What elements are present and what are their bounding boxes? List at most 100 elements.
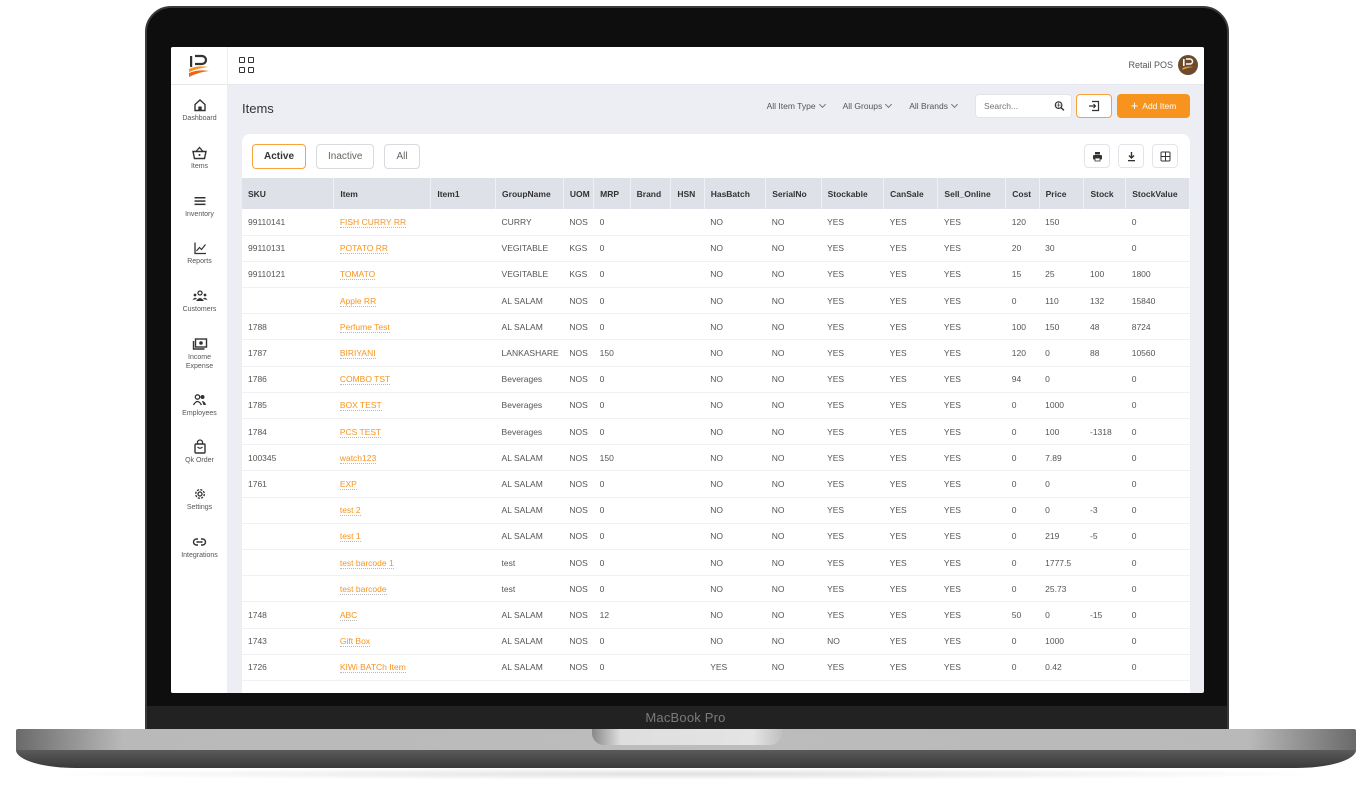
- column-header[interactable]: Price: [1039, 178, 1085, 209]
- item-link[interactable]: test 2: [339, 505, 361, 517]
- cell-stock: -15: [1083, 601, 1126, 629]
- app-logo[interactable]: [171, 47, 228, 85]
- item-link[interactable]: test barcode 1: [339, 557, 394, 569]
- laptop-mockup: MacBook Pro Retail POS Dashboard Items I…: [0, 0, 1371, 791]
- sidebar-item-employees[interactable]: Employees: [171, 392, 228, 418]
- table-row[interactable]: 1786 COMBO TST Beverages NOS 0 NO NO YES YES YES 9…: [242, 366, 1190, 393]
- item-link[interactable]: BOX TEST: [339, 400, 382, 412]
- column-header[interactable]: HasBatch: [704, 178, 767, 209]
- item-link[interactable]: COMBO TST: [339, 374, 391, 386]
- column-header[interactable]: GroupName: [495, 178, 564, 209]
- plus-icon: +: [1130, 98, 1139, 113]
- cell-sell-online: YES: [937, 313, 1006, 341]
- cell-stockvalue: 0: [1125, 497, 1190, 524]
- cell-brand: [630, 654, 671, 681]
- search-input[interactable]: [984, 101, 1054, 111]
- item-link[interactable]: test 1: [339, 531, 361, 543]
- import-button[interactable]: [1076, 94, 1112, 118]
- table-row[interactable]: 1784 PCS TEST Beverages NOS 0 NO NO YES YES YES 0 1…: [242, 418, 1190, 446]
- item-type-dropdown[interactable]: All Item Type: [767, 100, 826, 111]
- table-row[interactable]: 1726 KIWi BATCh Item AL SALAM NOS 0 YES NO YES Y…: [242, 654, 1190, 681]
- item-link[interactable]: Gift Box: [339, 636, 371, 648]
- table-row[interactable]: 1761 EXP AL SALAM NOS 0 NO NO YES YES YES 0 0 0: [242, 470, 1190, 498]
- column-header[interactable]: Item: [333, 178, 432, 209]
- cell-sku: 1788: [242, 313, 334, 341]
- column-header[interactable]: SerialNo: [765, 178, 822, 209]
- cell-stockable: YES: [821, 339, 884, 367]
- cell-stockvalue: 15840: [1125, 287, 1190, 315]
- brands-dropdown[interactable]: All Brands: [909, 100, 959, 111]
- add-item-button[interactable]: + Add Item: [1117, 94, 1190, 118]
- sidebar-item-qk-order[interactable]: Qk Order: [171, 439, 228, 465]
- sidebar-item-settings[interactable]: Settings: [171, 486, 228, 512]
- item-link[interactable]: EXP: [339, 478, 357, 490]
- search-icon[interactable]: [1054, 100, 1065, 112]
- table-row[interactable]: test barcode test NOS 0 NO NO YES YES YES 0 25.73 0: [242, 575, 1190, 603]
- item-link[interactable]: POTATO RR: [339, 243, 388, 255]
- cell-item: Perfume Test: [333, 313, 431, 341]
- table-row[interactable]: 100345 watch123 AL SALAM NOS 150 NO NO YES YES YE…: [242, 444, 1190, 472]
- item-link[interactable]: ABC: [339, 609, 358, 621]
- account-area[interactable]: Retail POS: [1128, 55, 1198, 75]
- cell-item1: [430, 628, 496, 655]
- table-row[interactable]: 1787 BIRIYANI LANKASHARE NOS 150 NO NO YES YES YE…: [242, 339, 1190, 367]
- column-header[interactable]: Cost: [1005, 178, 1040, 209]
- sidebar-item-integrations[interactable]: Integrations: [171, 534, 228, 560]
- column-header[interactable]: CanSale: [883, 178, 939, 209]
- table-row[interactable]: Apple RR AL SALAM NOS 0 NO NO YES YES YES 0 110 132…: [242, 287, 1190, 315]
- sidebar-item-reports[interactable]: Reports: [171, 240, 228, 266]
- table-row[interactable]: 99110121 TOMATO VEGITABLE KGS 0 NO NO YES YES YES…: [242, 261, 1190, 289]
- cell-hsn: [670, 654, 705, 681]
- cell-item: TOMATO: [333, 261, 431, 289]
- item-link[interactable]: FISH CURRY RR: [339, 216, 407, 228]
- groups-dropdown[interactable]: All Groups: [843, 100, 893, 111]
- column-header[interactable]: Sell_Online: [937, 178, 1007, 209]
- sidebar-item-income-expense[interactable]: Income Expense: [171, 336, 228, 371]
- cell-stockable: YES: [821, 575, 884, 603]
- table-row[interactable]: 1788 Perfume Test AL SALAM NOS 0 NO NO YES YES YE…: [242, 313, 1190, 341]
- avatar[interactable]: [1178, 55, 1198, 75]
- cell-stock: [1083, 470, 1126, 498]
- columns-button[interactable]: [1152, 144, 1178, 168]
- item-link[interactable]: watch123: [339, 452, 377, 464]
- table-row[interactable]: 99110141 FISH CURRY RR CURRY NOS 0 NO NO YES YES…: [242, 209, 1190, 236]
- column-header[interactable]: Brand: [630, 178, 672, 209]
- column-header[interactable]: Stock: [1083, 178, 1127, 209]
- sidebar-item-inventory[interactable]: Inventory: [171, 193, 228, 219]
- table-row[interactable]: 99110131 POTATO RR VEGITABLE KGS 0 NO NO YES YES…: [242, 235, 1190, 262]
- item-link[interactable]: TOMATO: [339, 269, 376, 281]
- download-button[interactable]: [1118, 144, 1144, 168]
- item-link[interactable]: test barcode: [339, 583, 387, 595]
- table-row[interactable]: test 2 AL SALAM NOS 0 NO NO YES YES YES 0 0 -3 0: [242, 497, 1190, 524]
- tab-all[interactable]: All: [384, 144, 420, 169]
- column-header[interactable]: Stockable: [821, 178, 885, 209]
- column-header[interactable]: MRP: [593, 178, 631, 209]
- item-link[interactable]: PCS TEST: [339, 426, 382, 438]
- tab-active[interactable]: Active: [252, 144, 307, 169]
- sidebar-item-customers[interactable]: Customers: [171, 288, 228, 314]
- table-row[interactable]: test 1 AL SALAM NOS 0 NO NO YES YES YES 0 219 -5 0: [242, 523, 1190, 550]
- column-header[interactable]: Item1: [430, 178, 497, 209]
- sidebar-item-items[interactable]: Items: [171, 145, 228, 171]
- column-header[interactable]: StockValue: [1125, 178, 1190, 209]
- basket-icon: [192, 146, 207, 160]
- item-link[interactable]: BIRIYANI: [339, 348, 376, 360]
- table-row[interactable]: 1748 ABC AL SALAM NOS 12 NO NO YES YES YES 50 0 -15 0: [242, 601, 1190, 629]
- cell-item: POTATO RR: [333, 235, 431, 262]
- item-link[interactable]: Apple RR: [339, 295, 377, 307]
- column-header[interactable]: HSN: [670, 178, 705, 209]
- apps-grid-icon[interactable]: [239, 57, 255, 73]
- cell-stock: [1083, 444, 1126, 472]
- column-header[interactable]: SKU: [242, 178, 335, 209]
- tab-inactive[interactable]: Inactive: [316, 144, 375, 169]
- table-row[interactable]: test barcode 1 test NOS 0 NO NO YES YES YES 0 1777…: [242, 549, 1190, 577]
- sidebar-item-dashboard[interactable]: Dashboard: [171, 97, 228, 123]
- column-header[interactable]: UOM: [563, 178, 595, 209]
- item-link[interactable]: Perfume Test: [339, 321, 390, 333]
- cell-stockvalue: 1800: [1125, 261, 1190, 289]
- table-row[interactable]: 1785 BOX TEST Beverages NOS 0 NO NO YES YES YES 0 1…: [242, 392, 1190, 420]
- print-button[interactable]: [1084, 144, 1110, 168]
- item-link[interactable]: KIWi BATCh Item: [339, 662, 406, 674]
- chevron-down-icon: [950, 100, 959, 109]
- table-row[interactable]: 1743 Gift Box AL SALAM NOS 0 NO NO NO YES YES 0 100…: [242, 628, 1190, 655]
